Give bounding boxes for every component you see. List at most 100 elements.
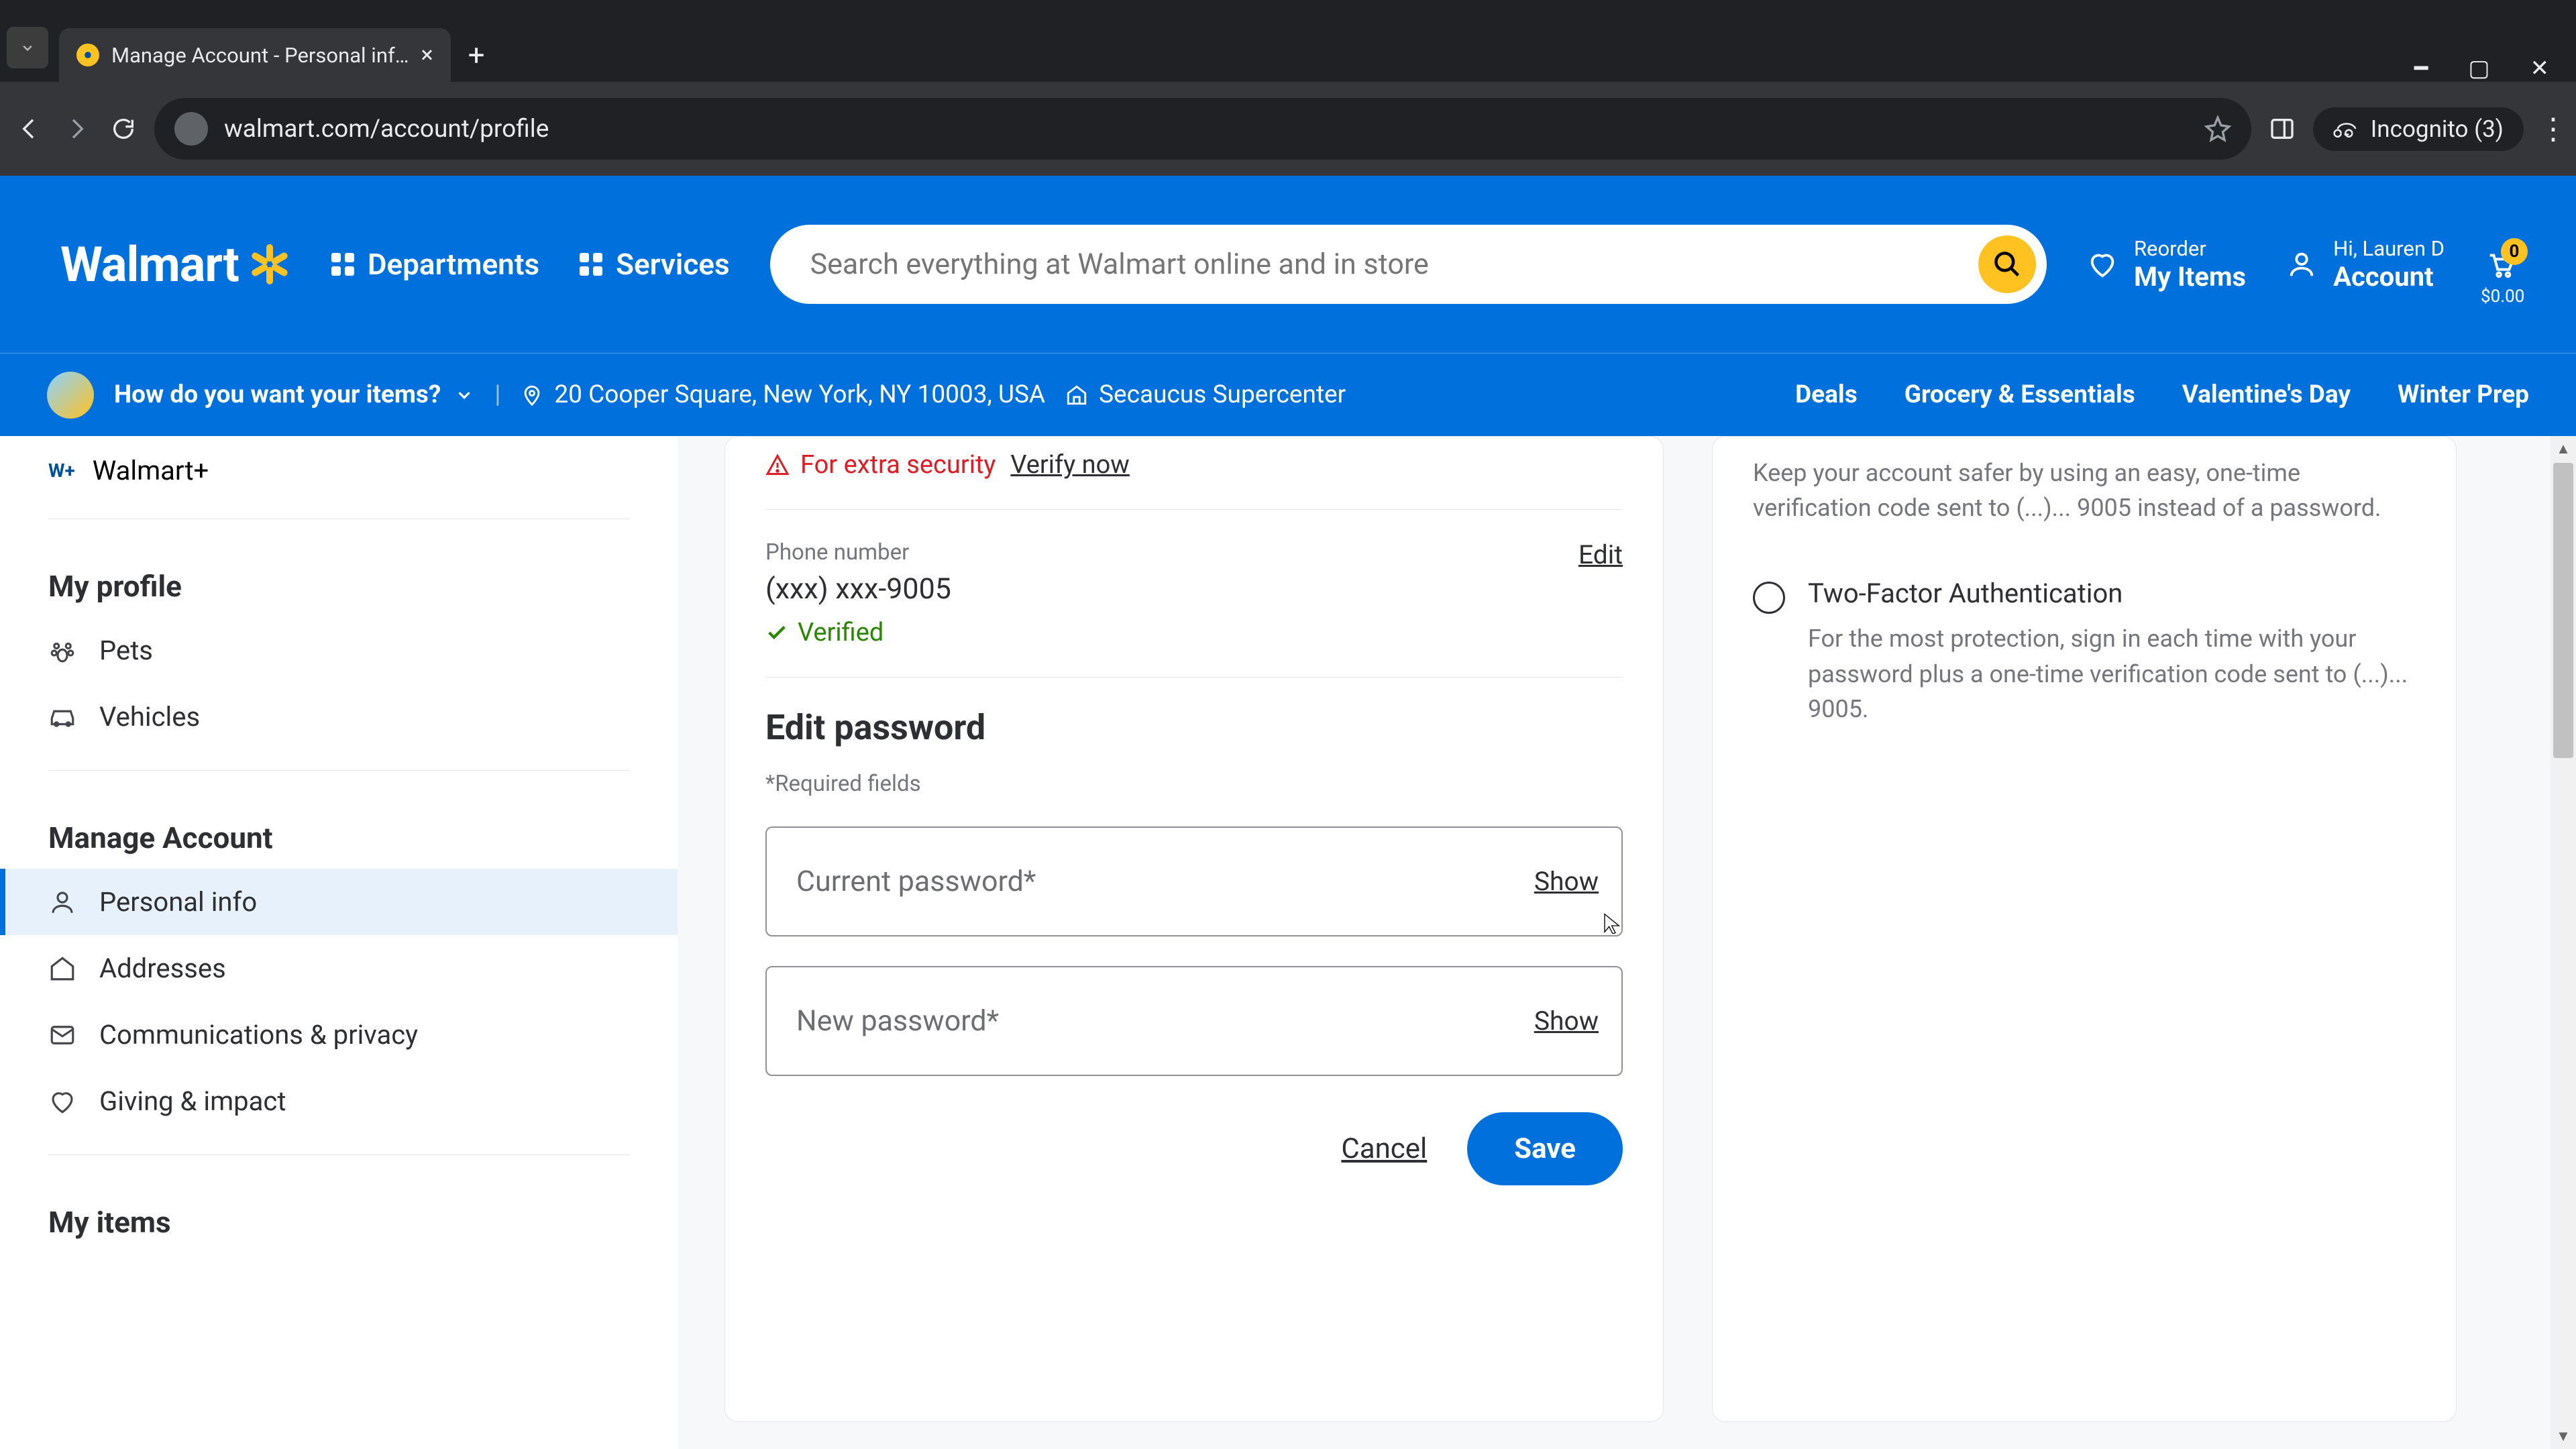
heart-icon: [2087, 249, 2118, 280]
fulfillment-bar: How do you want your items? | 20 Cooper …: [0, 353, 2576, 436]
browser-menu-button[interactable]: ⋮: [2538, 111, 2563, 146]
back-button[interactable]: [13, 113, 46, 145]
divider: [765, 677, 1623, 678]
side-panel-icon[interactable]: [2266, 113, 2298, 145]
bookmark-star-icon[interactable]: [2204, 115, 2231, 142]
heart-hand-icon: [48, 1087, 76, 1116]
new-password-input[interactable]: [765, 966, 1623, 1076]
link-deals[interactable]: Deals: [1795, 380, 1858, 409]
window-maximize-button[interactable]: ▢: [2468, 55, 2489, 82]
scroll-down-arrow[interactable]: ▼: [2551, 1424, 2576, 1449]
url-text: walmart.com/account/profile: [224, 115, 549, 144]
new-tab-button[interactable]: +: [468, 28, 485, 82]
two-factor-option: Two-Factor Authentication For the most p…: [1753, 566, 2416, 739]
promo-links: Deals Grocery & Essentials Valentine's D…: [1795, 380, 2529, 409]
two-factor-title: Two-Factor Authentication: [1808, 578, 2416, 609]
checkmark-icon: [765, 621, 788, 644]
phone-verified-badge: Verified: [765, 618, 951, 647]
walmart-favicon: [76, 44, 99, 66]
reload-button[interactable]: [107, 113, 140, 145]
divider: [765, 509, 1623, 510]
show-current-password-toggle[interactable]: Show: [1534, 866, 1599, 897]
search-bar: [770, 225, 2047, 304]
page-scrollbar[interactable]: ▲ ▼: [2551, 436, 2576, 1449]
tab-close-icon[interactable]: ×: [421, 44, 433, 66]
search-input[interactable]: [810, 248, 1978, 281]
sidebar-item-walmart-plus[interactable]: W+ Walmart+: [0, 443, 678, 498]
link-valentines[interactable]: Valentine's Day: [2182, 380, 2351, 409]
email-verify-warning: For extra security Verify now: [765, 450, 1623, 480]
scroll-up-arrow[interactable]: ▲: [2551, 436, 2576, 462]
separator: |: [494, 380, 500, 409]
two-factor-radio[interactable]: [1753, 582, 1785, 614]
current-password-input[interactable]: [765, 826, 1623, 936]
browser-tab-active[interactable]: Manage Account - Personal inf… ×: [59, 28, 451, 82]
user-icon: [2286, 249, 2317, 280]
phone-label: Phone number: [765, 539, 951, 566]
browser-tabstrip: Manage Account - Personal inf… × + ━ ▢ ✕: [0, 0, 2576, 82]
address-bar[interactable]: walmart.com/account/profile: [154, 98, 2251, 160]
fulfillment-question-button[interactable]: How do you want your items?: [114, 380, 474, 409]
content-area: For extra security Verify now Phone numb…: [678, 436, 2576, 1449]
walmart-logo[interactable]: Walmart: [60, 236, 291, 293]
sidebar-item-addresses[interactable]: Addresses: [0, 935, 678, 1002]
required-fields-note: *Required fields: [765, 771, 1623, 797]
services-button[interactable]: Services: [580, 247, 729, 282]
sidebar-item-vehicles[interactable]: Vehicles: [0, 684, 678, 750]
delivery-address[interactable]: 20 Cooper Square, New York, NY 10003, US…: [521, 380, 1045, 409]
account-link[interactable]: Hi, Lauren DAccount: [2286, 236, 2445, 292]
current-password-field: Show: [765, 826, 1623, 936]
sidebar-item-personal-info[interactable]: Personal info: [0, 869, 678, 935]
reorder-my-items-link[interactable]: ReorderMy Items: [2087, 236, 2246, 292]
show-new-password-toggle[interactable]: Show: [1534, 1006, 1599, 1036]
window-minimize-button[interactable]: ━: [2414, 55, 2428, 82]
scroll-thumb[interactable]: [2553, 463, 2573, 758]
incognito-label: Incognito (3): [2371, 115, 2504, 143]
paw-icon: [48, 637, 76, 665]
sidebar-item-communications[interactable]: Communications & privacy: [0, 1002, 678, 1068]
security-preferences-card: Keep your account safer by using an easy…: [1712, 436, 2457, 1422]
incognito-indicator[interactable]: Incognito (3): [2313, 107, 2524, 151]
user-icon: [48, 888, 76, 916]
link-grocery[interactable]: Grocery & Essentials: [1904, 380, 2135, 409]
car-icon: [48, 703, 76, 731]
new-password-field: Show: [765, 966, 1623, 1076]
sidebar-heading-manage: Manage Account: [0, 791, 678, 869]
departments-button[interactable]: Departments: [331, 247, 539, 282]
tab-search-button[interactable]: [7, 27, 48, 68]
cart-count-badge: 0: [2501, 238, 2528, 265]
grid-icon: [580, 253, 602, 276]
forward-button[interactable]: [60, 113, 93, 145]
mail-icon: [48, 1021, 76, 1049]
password-form-actions: Cancel Save: [765, 1112, 1623, 1185]
spark-icon: [248, 243, 291, 286]
sidebar-item-pets[interactable]: Pets: [0, 617, 678, 684]
sidebar-divider: [48, 770, 629, 771]
phone-section: Phone number (xxx) xxx-9005 Verified Edi…: [765, 539, 1623, 647]
window-close-button[interactable]: ✕: [2530, 55, 2550, 82]
search-submit-button[interactable]: [1978, 235, 2036, 293]
email-section: For extra security Verify now: [765, 450, 1623, 480]
sidebar-item-giving[interactable]: Giving & impact: [0, 1068, 678, 1134]
store-icon: [1065, 384, 1088, 407]
sidebar-heading-items: My items: [0, 1175, 678, 1253]
verify-now-link[interactable]: Verify now: [1010, 450, 1129, 480]
two-factor-description: For the most protection, sign in each ti…: [1808, 621, 2416, 727]
link-winter[interactable]: Winter Prep: [2398, 380, 2529, 409]
site-header: Walmart Departments Services ReorderMy I…: [0, 176, 2576, 353]
cancel-button[interactable]: Cancel: [1341, 1132, 1427, 1165]
store-location[interactable]: Secaucus Supercenter: [1065, 380, 1346, 409]
sidebar-heading-profile: My profile: [0, 539, 678, 617]
cart-button[interactable]: 0 $0.00: [2485, 249, 2516, 280]
fulfillment-icon: [47, 372, 94, 419]
site-info-icon[interactable]: [174, 112, 208, 146]
edit-phone-link[interactable]: Edit: [1578, 539, 1623, 570]
account-sidebar: W+ Walmart+ My profile Pets Vehicles Man…: [0, 436, 678, 1449]
browser-toolbar: walmart.com/account/profile Incognito (3…: [0, 82, 2576, 176]
warning-triangle-icon: [765, 453, 790, 477]
tab-title: Manage Account - Personal inf…: [111, 43, 409, 68]
passwordless-description: Keep your account safer by using an easy…: [1753, 437, 2416, 525]
chevron-down-icon: [454, 385, 474, 405]
grid-icon: [331, 253, 354, 276]
save-button[interactable]: Save: [1467, 1112, 1623, 1185]
